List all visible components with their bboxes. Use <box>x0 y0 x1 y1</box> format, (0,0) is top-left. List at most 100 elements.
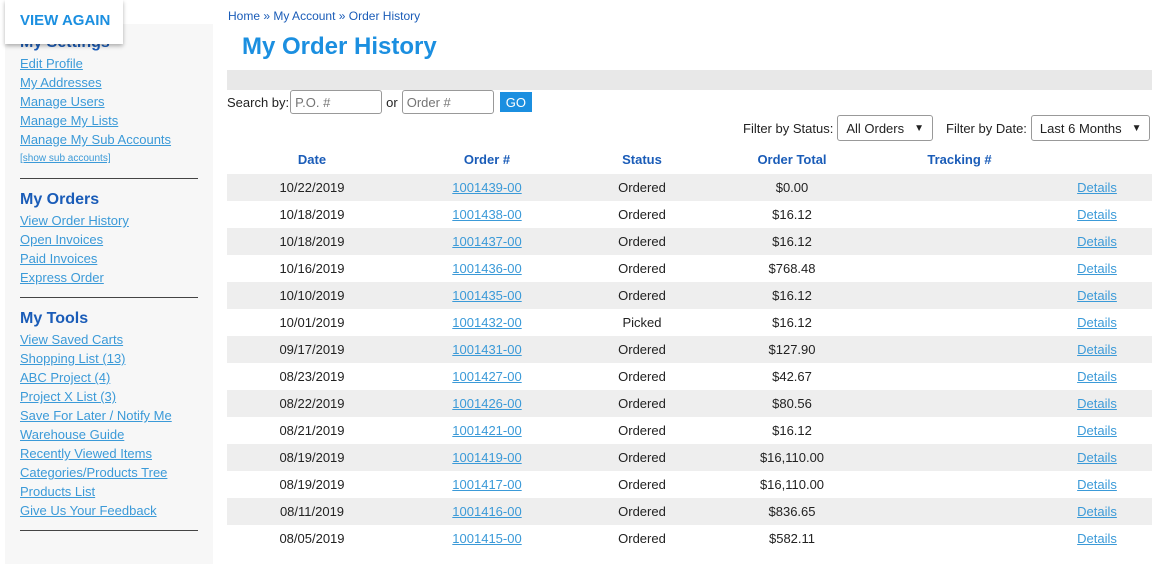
details-link[interactable]: Details <box>1077 342 1117 357</box>
order-status-cell: Ordered <box>618 477 666 492</box>
sidebar-link-shopping-list-13[interactable]: Shopping List (13) <box>20 349 198 368</box>
order-number-cell: 1001415-00 <box>397 525 577 552</box>
order-total-cell: $80.56 <box>707 390 877 417</box>
order-number-link[interactable]: 1001421-00 <box>452 423 521 438</box>
tracking-cell <box>877 228 1042 255</box>
column-header[interactable] <box>1042 145 1152 174</box>
sidebar-link-products-list[interactable]: Products List <box>20 482 198 501</box>
details-link[interactable]: Details <box>1077 261 1117 276</box>
sidebar-link-edit-profile[interactable]: Edit Profile <box>20 54 198 73</box>
tracking-cell <box>877 201 1042 228</box>
column-header[interactable]: Order # <box>397 145 577 174</box>
breadcrumb-home[interactable]: Home <box>228 9 260 23</box>
sidebar-link-view-order-history[interactable]: View Order History <box>20 211 198 230</box>
order-number-link[interactable]: 1001415-00 <box>452 531 521 546</box>
tracking-cell <box>877 282 1042 309</box>
go-button[interactable]: GO <box>499 92 532 112</box>
show-sub-accounts-link[interactable]: [show sub accounts] <box>20 149 198 168</box>
order-total-cell: $16.12 <box>707 228 877 255</box>
tracking-cell <box>877 525 1042 552</box>
details-link[interactable]: Details <box>1077 315 1117 330</box>
tracking-cell <box>877 363 1042 390</box>
orders-table: Date Order # Status Order Total Tracking # 1… <box>227 145 1152 552</box>
search-label: Search by: <box>227 94 290 110</box>
details-link[interactable]: Details <box>1077 234 1117 249</box>
details-link[interactable]: Details <box>1077 396 1117 411</box>
tracking-cell <box>877 390 1042 417</box>
table-row: 10/16/2019 1001436-00 Ordered $768.48 Detail… <box>227 255 1152 282</box>
column-header[interactable]: Date <box>227 145 397 174</box>
view-again-popup[interactable]: VIEW AGAIN <box>5 0 123 44</box>
table-row: 10/10/2019 1001435-00 Ordered $16.12 Details <box>227 282 1152 309</box>
order-total-cell: $582.11 <box>768 531 816 546</box>
column-header[interactable]: Tracking # <box>877 145 1042 174</box>
tools-section: My Tools View Saved Carts Shopping List (… <box>5 308 213 520</box>
details-link[interactable]: Details <box>1077 477 1117 492</box>
sidebar-link-give-us-your-feedback[interactable]: Give Us Your Feedback <box>20 501 198 520</box>
date-select[interactable]: Last 6 Months ▼ <box>1030 115 1151 141</box>
tracking-cell <box>877 417 1042 444</box>
details-cell: Details <box>1042 336 1152 363</box>
order-number-cell: 1001431-00 <box>397 336 577 363</box>
order-status-cell: Picked <box>622 315 662 330</box>
order-status-cell: Ordered <box>618 261 666 276</box>
sidebar-link-my-addresses[interactable]: My Addresses <box>20 73 198 92</box>
details-cell: Details <box>1042 282 1152 309</box>
order-number-link[interactable]: 1001437-00 <box>452 234 521 249</box>
order-number-cell: 1001436-00 <box>397 255 577 282</box>
sidebar-link-view-saved-carts[interactable]: View Saved Carts <box>20 330 198 349</box>
details-cell: Details <box>1042 201 1152 228</box>
order-date-cell: 08/11/2019 <box>227 498 397 525</box>
order-date-cell: 08/19/2019 <box>227 444 397 471</box>
order-date-cell: 08/22/2019 <box>227 390 397 417</box>
sidebar-link-manage-my-lists[interactable]: Manage My Lists <box>20 111 198 130</box>
breadcrumb-account[interactable]: My Account <box>273 9 335 23</box>
order-number-link[interactable]: 1001435-00 <box>452 288 521 303</box>
sidebar-link-save-for-later-notify-me[interactable]: Save For Later / Notify Me <box>20 406 198 425</box>
details-link[interactable]: Details <box>1077 369 1117 384</box>
column-header[interactable]: Order Total <box>707 145 877 174</box>
details-link[interactable]: Details <box>1077 531 1117 546</box>
order-number-link[interactable]: 1001439-00 <box>452 180 521 195</box>
order-total-cell: $16,110.00 <box>759 477 825 492</box>
sidebar-link-abc-project-4[interactable]: ABC Project (4) <box>20 368 198 387</box>
sidebar-link-categories-products-tree[interactable]: Categories/Products Tree <box>20 463 198 482</box>
order-number-link[interactable]: 1001419-00 <box>452 450 521 465</box>
sidebar-link-manage-users[interactable]: Manage Users <box>20 92 198 111</box>
table-row: 08/11/2019 1001416-00 Ordered $836.65 Detail… <box>227 498 1152 525</box>
details-link[interactable]: Details <box>1077 180 1117 195</box>
search-bar: Search by: or GO <box>227 90 532 114</box>
sidebar-link-paid-invoices[interactable]: Paid Invoices <box>20 249 198 268</box>
order-number-input[interactable] <box>401 90 494 114</box>
order-number-link[interactable]: 1001436-00 <box>452 261 521 276</box>
order-number-link[interactable]: 1001432-00 <box>452 315 521 330</box>
order-number-cell: 1001427-00 <box>397 363 577 390</box>
order-number-cell: 1001438-00 <box>397 201 577 228</box>
details-link[interactable]: Details <box>1077 504 1117 519</box>
sidebar-link-recently-viewed-items[interactable]: Recently Viewed Items <box>20 444 198 463</box>
sidebar-link-warehouse-guide[interactable]: Warehouse Guide <box>20 425 198 444</box>
order-status-cell: Ordered <box>577 282 707 309</box>
order-number-link[interactable]: 1001427-00 <box>452 369 521 384</box>
sidebar-link-manage-my-sub-accounts[interactable]: Manage My Sub Accounts <box>20 130 198 149</box>
order-total-cell: $768.48 <box>768 261 816 276</box>
status-select-value: All Orders <box>846 120 905 136</box>
sidebar-link-open-invoices[interactable]: Open Invoices <box>20 230 198 249</box>
details-link[interactable]: Details <box>1077 423 1117 438</box>
status-select[interactable]: All Orders ▼ <box>837 115 934 141</box>
view-again-label[interactable]: VIEW AGAIN <box>20 12 110 29</box>
order-date-cell: 09/17/2019 <box>227 336 397 363</box>
details-link[interactable]: Details <box>1077 207 1117 222</box>
details-link[interactable]: Details <box>1077 450 1117 465</box>
order-number-link[interactable]: 1001426-00 <box>452 396 521 411</box>
po-number-input[interactable] <box>290 90 383 114</box>
order-number-link[interactable]: 1001416-00 <box>452 504 521 519</box>
order-number-link[interactable]: 1001417-00 <box>452 477 521 492</box>
column-header[interactable]: Status <box>577 145 707 174</box>
sidebar-link-project-x-list-3[interactable]: Project X List (3) <box>20 387 198 406</box>
order-number-link[interactable]: 1001431-00 <box>452 342 521 357</box>
details-link[interactable]: Details <box>1077 288 1117 303</box>
sidebar-link-express-order[interactable]: Express Order <box>20 268 198 287</box>
order-number-link[interactable]: 1001438-00 <box>452 207 521 222</box>
order-status-cell: Ordered <box>577 174 707 201</box>
